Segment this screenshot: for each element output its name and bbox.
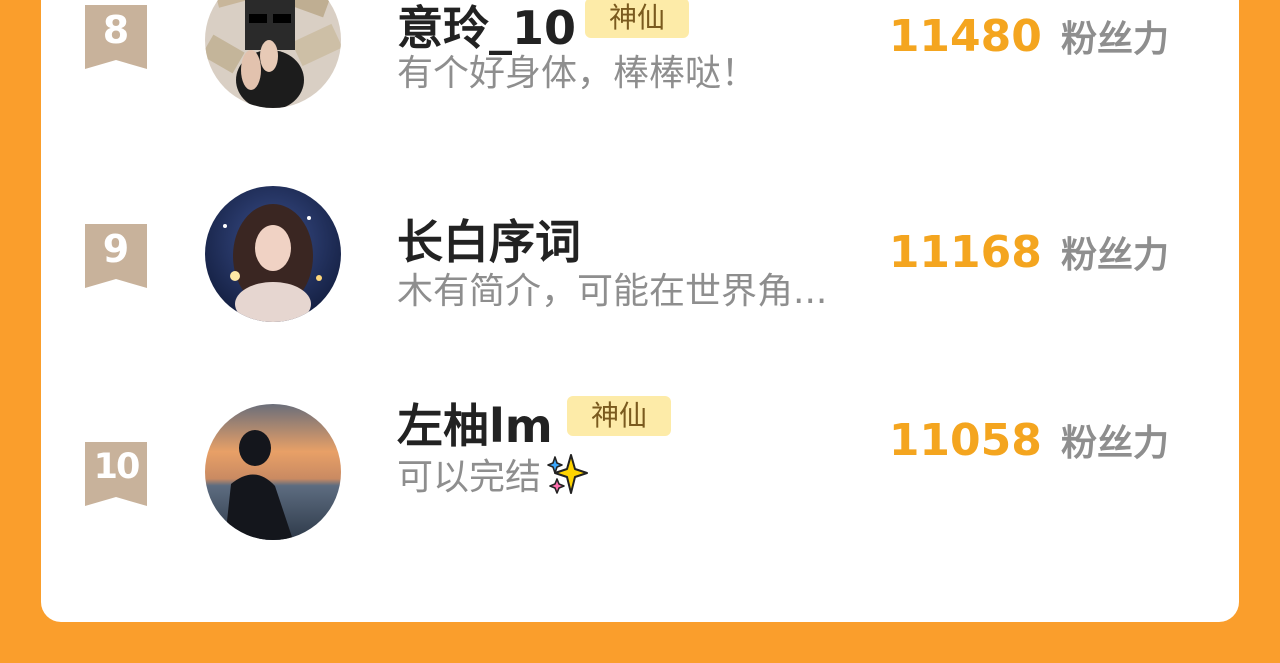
username: 左柚lm bbox=[397, 399, 553, 453]
fan-unit: 粉丝力 bbox=[1060, 423, 1169, 464]
avatar[interactable] bbox=[205, 0, 341, 108]
rank-badge: 9 bbox=[85, 224, 147, 288]
rank-badge: 8 bbox=[85, 5, 147, 69]
rank-number: 10 bbox=[93, 447, 141, 487]
avatar[interactable] bbox=[205, 186, 341, 322]
avatar[interactable] bbox=[205, 404, 341, 540]
fan-count: 11058 bbox=[888, 415, 1042, 466]
fan-unit: 粉丝力 bbox=[1060, 19, 1169, 60]
fan-unit: 粉丝力 bbox=[1060, 235, 1169, 276]
fan-power: 11168 粉丝力 bbox=[889, 226, 1169, 278]
ranking-row[interactable]: 10 左柚lm 神仙 可以完结 11058 粉丝力 bbox=[41, 396, 1239, 544]
ranking-row[interactable]: 9 长白序词 木有简介，可能在世界角... 11168 粉丝力 bbox=[41, 186, 1239, 326]
bio-text: 木有简介，可能在世界角... bbox=[397, 271, 828, 312]
fan-power: 11058 粉丝力 bbox=[889, 414, 1169, 466]
bio-text: 可以完结 bbox=[397, 448, 589, 506]
fan-power: 11480 粉丝力 bbox=[889, 10, 1169, 62]
title-tag: 神仙 bbox=[567, 396, 672, 436]
rank-number: 9 bbox=[102, 227, 130, 271]
rank-number: 8 bbox=[102, 8, 130, 52]
ranking-card: 8 意玲_10 神仙 有个好身体，棒棒哒！ 11480 粉丝力 9 长白序词 木… bbox=[41, 0, 1239, 622]
fan-count: 11168 bbox=[888, 227, 1042, 278]
rank-badge: 10 bbox=[85, 442, 147, 506]
sparkles-icon bbox=[545, 453, 589, 506]
fan-count: 11480 bbox=[888, 11, 1042, 62]
avatar-image-icon bbox=[205, 0, 341, 108]
title-tag: 神仙 bbox=[585, 0, 690, 38]
avatar-image-icon bbox=[205, 404, 341, 540]
bio-text: 有个好身体，棒棒哒！ bbox=[397, 53, 758, 94]
avatar-image-icon bbox=[205, 186, 341, 322]
ranking-row[interactable]: 8 意玲_10 神仙 有个好身体，棒棒哒！ 11480 粉丝力 bbox=[41, 0, 1239, 110]
